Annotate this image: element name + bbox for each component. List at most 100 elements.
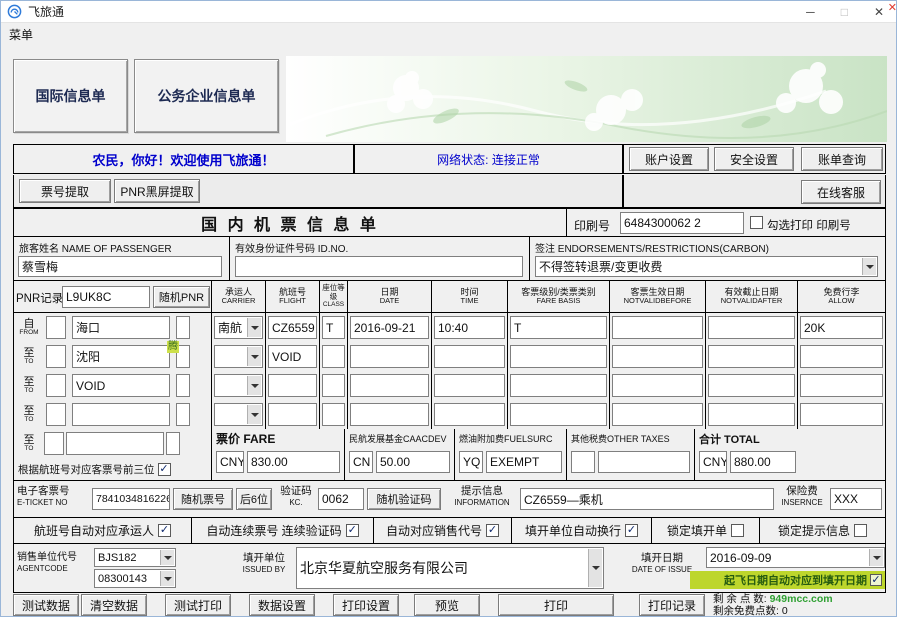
city-extra-field[interactable]: [176, 403, 190, 426]
print-no-field[interactable]: 6484300062 2: [620, 212, 744, 234]
city-code-field[interactable]: [44, 432, 64, 455]
time-field[interactable]: [434, 345, 505, 368]
not-valid-before-field[interactable]: [612, 316, 703, 339]
not-valid-after-field[interactable]: [708, 403, 795, 426]
city-code-field[interactable]: [46, 374, 66, 397]
insurance-field[interactable]: XXX: [830, 488, 882, 510]
intl-sheet-button[interactable]: 国际信息单: [13, 59, 128, 133]
online-service-button[interactable]: 在线客服: [801, 180, 881, 204]
fuel-code-field[interactable]: YQ: [459, 451, 483, 473]
date-field[interactable]: [350, 345, 429, 368]
caac-amount-field[interactable]: 50.00: [376, 451, 450, 473]
test-print-button[interactable]: 测试打印: [165, 594, 231, 616]
dropdown-arrow-icon[interactable]: [862, 258, 876, 275]
city-field[interactable]: VOID: [72, 374, 170, 397]
passenger-name-field[interactable]: 蔡雪梅: [18, 256, 222, 277]
dropdown-arrow-icon[interactable]: [247, 318, 261, 337]
fare-amount-field[interactable]: 830.00: [247, 451, 340, 473]
print-check-checkbox[interactable]: [750, 216, 763, 229]
cabin-class-field[interactable]: T: [322, 316, 345, 339]
cabin-class-field[interactable]: [322, 403, 345, 426]
last6-button[interactable]: 后6位: [236, 488, 272, 510]
option-lock-info-checkbox[interactable]: [854, 524, 867, 537]
option-auto-ticketno-checkbox[interactable]: ✓: [346, 524, 359, 537]
not-valid-before-field[interactable]: [612, 374, 703, 397]
city-extra-field[interactable]: [176, 316, 190, 339]
date-field[interactable]: [350, 374, 429, 397]
agent-code-select-2[interactable]: 08300143: [94, 569, 176, 588]
dropdown-arrow-icon[interactable]: [247, 405, 261, 424]
print-button[interactable]: 打印: [498, 594, 614, 616]
account-settings-button[interactable]: 账户设置: [629, 147, 709, 171]
total-currency-field[interactable]: CNY: [699, 451, 727, 473]
auto-date-checkbox[interactable]: ✓: [870, 574, 882, 586]
flight-no-field[interactable]: CZ6559: [268, 316, 317, 339]
city-extra-field[interactable]: [166, 432, 180, 455]
time-field[interactable]: 10:40: [434, 316, 505, 339]
menu-item[interactable]: 菜单: [9, 26, 33, 43]
cabin-class-field[interactable]: [322, 345, 345, 368]
option-auto-agent-checkbox[interactable]: ✓: [486, 524, 499, 537]
clear-data-button[interactable]: 清空数据: [81, 594, 147, 616]
issue-date-select[interactable]: 2016-09-09: [706, 547, 885, 568]
fuel-amount-field[interactable]: EXEMPT: [486, 451, 562, 473]
dropdown-arrow-icon[interactable]: [247, 376, 261, 395]
pnr-field[interactable]: L9UK8C: [62, 286, 150, 308]
carrier-select[interactable]: 南航: [214, 316, 263, 339]
dropdown-arrow-icon[interactable]: [247, 347, 261, 366]
issued-by-select[interactable]: 北京华夏航空服务有限公司: [296, 547, 604, 589]
city-code-field[interactable]: [46, 316, 66, 339]
ticket-extract-button[interactable]: 票号提取: [19, 179, 111, 203]
fare-basis-field[interactable]: [510, 374, 607, 397]
pnr-extract-button[interactable]: PNR黑屏提取: [114, 179, 200, 203]
baggage-field[interactable]: [800, 374, 883, 397]
info-field[interactable]: CZ6559—乘机: [520, 488, 774, 510]
not-valid-after-field[interactable]: [708, 345, 795, 368]
dropdown-arrow-icon[interactable]: [869, 549, 883, 566]
caac-code-field[interactable]: CN: [349, 451, 373, 473]
city-extra-field[interactable]: [176, 374, 190, 397]
agent-code-select-1[interactable]: BJS182: [94, 548, 176, 567]
maximize-button[interactable]: □: [841, 5, 848, 19]
random-pnr-button[interactable]: 随机PNR: [153, 286, 210, 308]
option-lock-form-checkbox[interactable]: [731, 524, 744, 537]
fare-currency-field[interactable]: CNY: [216, 451, 244, 473]
flight-no-field[interactable]: [268, 374, 317, 397]
ticket-prefix-rule-checkbox[interactable]: ✓: [158, 463, 171, 476]
eticket-number-field[interactable]: 7841034816226: [92, 488, 170, 510]
not-valid-after-field[interactable]: [708, 374, 795, 397]
option-wrap-checkbox[interactable]: ✓: [625, 524, 638, 537]
flight-no-field[interactable]: VOID: [268, 345, 317, 368]
verify-code-field[interactable]: 0062: [318, 488, 364, 510]
data-settings-button[interactable]: 数据设置: [249, 594, 315, 616]
id-number-field[interactable]: [235, 256, 523, 277]
city-code-field[interactable]: [46, 403, 66, 426]
not-valid-after-field[interactable]: [708, 316, 795, 339]
bill-query-button[interactable]: 账单查询: [801, 147, 883, 171]
endorsement-select[interactable]: 不得签转退票/变更收费: [535, 256, 878, 277]
time-field[interactable]: [434, 403, 505, 426]
dropdown-arrow-icon[interactable]: [160, 571, 174, 586]
other-taxes-code-field[interactable]: [571, 451, 595, 473]
fare-basis-field[interactable]: T: [510, 316, 607, 339]
fare-basis-field[interactable]: [510, 345, 607, 368]
date-field[interactable]: [350, 403, 429, 426]
baggage-field[interactable]: [800, 403, 883, 426]
total-amount-field[interactable]: 880.00: [730, 451, 796, 473]
flight-no-field[interactable]: [268, 403, 317, 426]
carrier-select[interactable]: [214, 374, 263, 397]
not-valid-before-field[interactable]: [612, 403, 703, 426]
random-ticket-button[interactable]: 随机票号: [173, 488, 233, 510]
random-code-button[interactable]: 随机验证码: [367, 488, 441, 510]
other-taxes-amount-field[interactable]: [598, 451, 690, 473]
corner-close-icon[interactable]: ✕: [888, 1, 897, 14]
print-settings-button[interactable]: 打印设置: [333, 594, 399, 616]
biz-sheet-button[interactable]: 公务企业信息单: [134, 59, 279, 133]
time-field[interactable]: [434, 374, 505, 397]
print-record-button[interactable]: 打印记录: [639, 594, 705, 616]
security-settings-button[interactable]: 安全设置: [714, 147, 794, 171]
carrier-select[interactable]: [214, 345, 263, 368]
dropdown-arrow-icon[interactable]: [588, 549, 602, 587]
date-field[interactable]: 2016-09-21: [350, 316, 429, 339]
baggage-field[interactable]: [800, 345, 883, 368]
